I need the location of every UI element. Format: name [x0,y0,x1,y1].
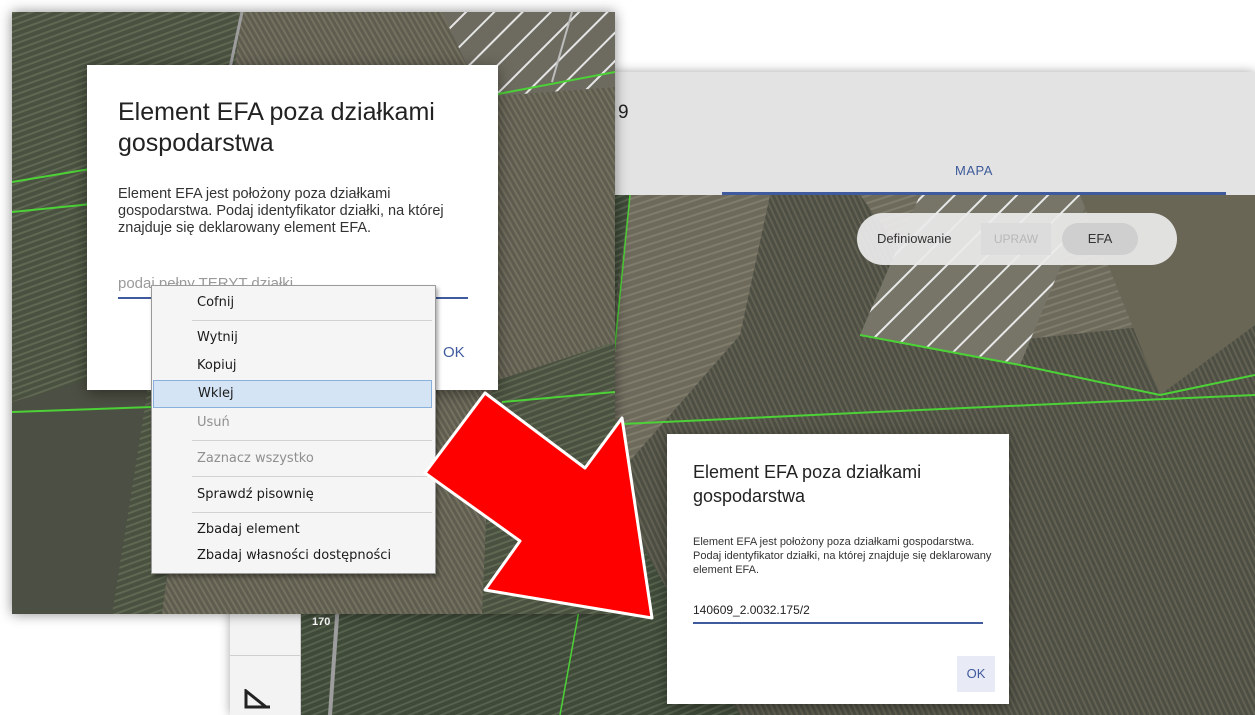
sidebar-divider [230,655,300,656]
ok-button[interactable]: OK [443,344,465,361]
page-title-fragment: 9 [618,102,629,123]
menu-separator [192,512,432,513]
mode-option-upraw[interactable]: UPRAW [981,223,1051,255]
ok-button[interactable]: OK [957,656,995,692]
efa-dialog-filled: Element EFA poza działkami gospodarstwa … [667,434,1009,704]
mode-toggle: Definiowanie UPRAW EFA [857,213,1177,265]
menu-item-zaznacz-wszystko[interactable]: Zaznacz wszystko [153,445,432,473]
mode-option-efa[interactable]: EFA [1062,223,1138,255]
menu-item-sprawdz-pisownie[interactable]: Sprawdź pisownię [153,481,432,509]
menu-item-zbadaj-element[interactable]: Zbadaj element [153,516,432,544]
menu-item-wytnij[interactable]: Wytnij [153,324,432,352]
teryt-input-filled[interactable] [693,598,983,624]
map-parcel-label: 170 [312,616,331,628]
tab-mapa[interactable]: MAPA [722,158,1226,195]
menu-item-wklej[interactable]: Wklej [153,380,432,408]
menu-item-zbadaj-dostepnosc[interactable]: Zbadaj własności dostępności [153,542,432,570]
mode-toggle-label: Definiowanie [877,231,952,246]
dialog-body: Element EFA jest położony poza działkami… [693,536,992,576]
tab-mapa-label: MAPA [955,163,993,178]
context-menu: Cofnij Wytnij Kopiuj Wklej Usuń Zaznacz … [151,285,436,574]
dialog-body: Element EFA jest położony poza działkami… [118,186,444,236]
menu-separator [192,320,432,321]
menu-separator [192,440,432,441]
menu-item-usun[interactable]: Usuń [153,409,432,437]
measure-icon[interactable] [244,689,272,709]
dialog-title: Element EFA poza działkami gospodarstwa [693,462,922,506]
foreground-app-window: Element EFA poza działkami gospodarstwa … [12,12,615,614]
menu-separator [192,476,432,477]
menu-item-kopiuj[interactable]: Kopiuj [153,352,432,380]
menu-item-cofnij[interactable]: Cofnij [153,289,432,317]
dialog-title: Element EFA poza działkami gospodarstwa [118,98,435,157]
